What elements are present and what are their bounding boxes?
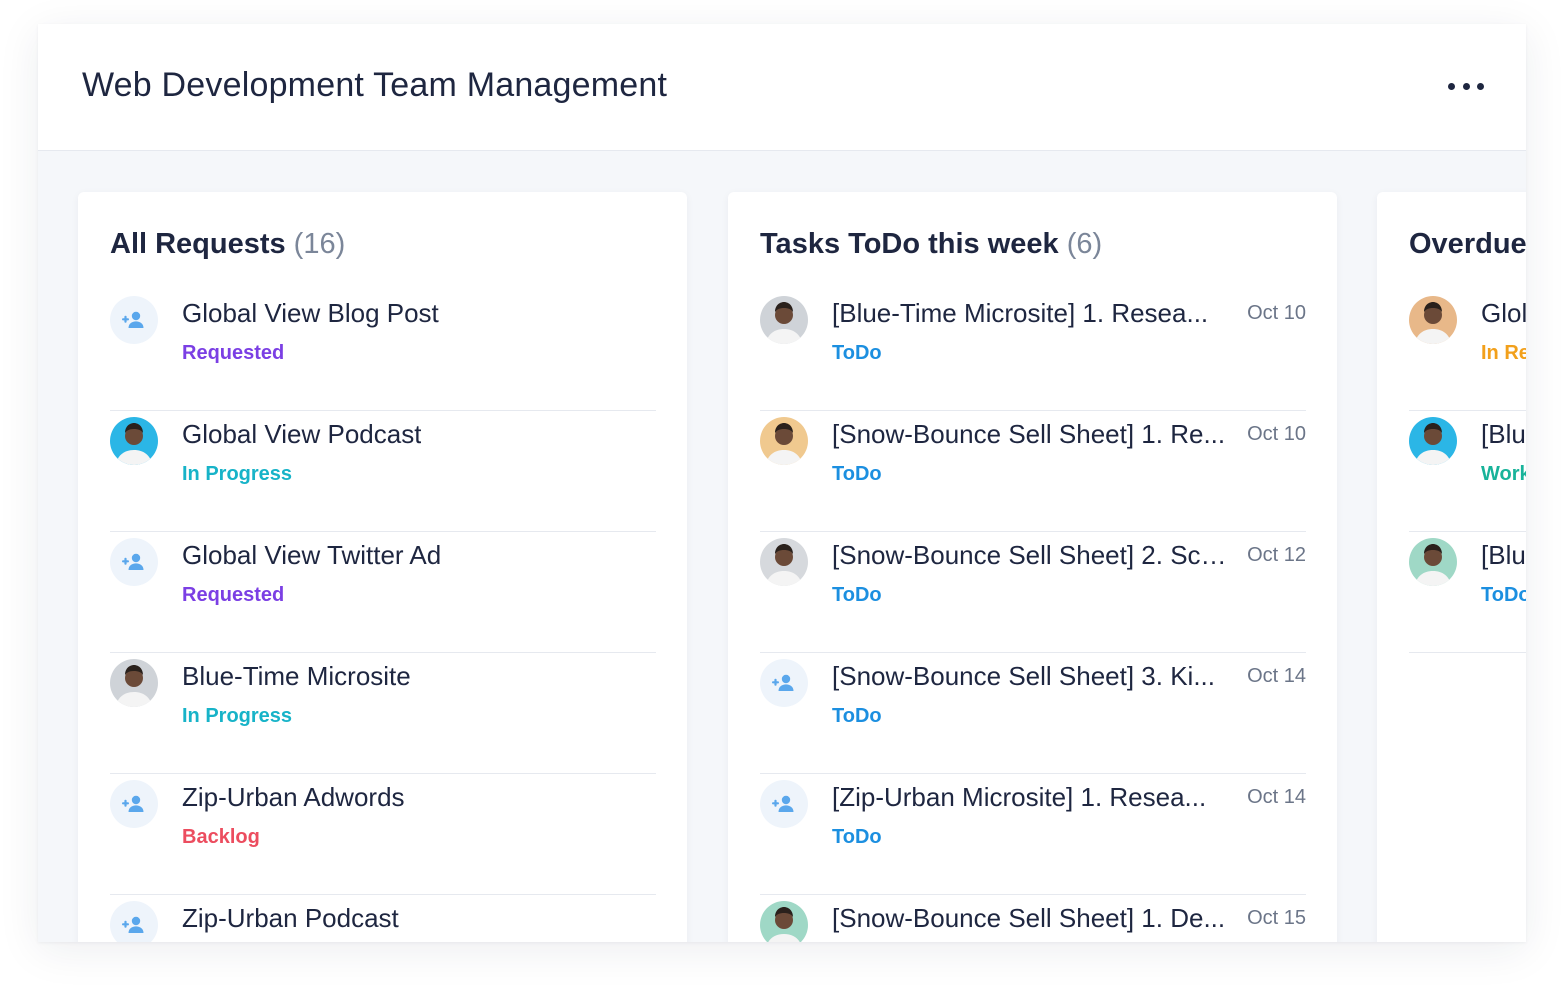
add-user-icon[interactable] [110, 538, 158, 586]
status-label: ToDo [832, 705, 882, 727]
avatar [760, 417, 808, 465]
list-item[interactable]: Zip-Urban Adwords Backlog [110, 774, 656, 895]
list-item[interactable]: Global View Twitter Ad Requested [110, 532, 656, 653]
item-title: Global View Twitter Ad [182, 540, 442, 570]
item-title: Global View Blog Post [182, 298, 439, 328]
due-date: Oct 12 [1247, 544, 1306, 566]
add-user-icon[interactable] [760, 780, 808, 828]
status-label: ToDo [832, 584, 882, 606]
task-list: Glol In Re [Blu Work [Blu ToDo [1409, 290, 1526, 653]
dot-icon [1448, 82, 1455, 90]
app-window: Web Development Team Management All Requ… [38, 24, 1526, 942]
due-date: Oct 14 [1247, 665, 1306, 687]
column-count: (6) [1066, 228, 1103, 260]
column-count: (16) [293, 228, 346, 260]
status-label: ToDo [832, 826, 882, 848]
avatar [760, 901, 808, 942]
status-label: ToDo [1481, 584, 1526, 606]
list-item[interactable]: [Snow-Bounce Sell Sheet] 2. Sco... ToDo Oc… [760, 532, 1306, 653]
item-title: [Zip-Urban Microsite] 1. Resea... [832, 782, 1207, 812]
column-header: All Requests (16) [110, 228, 345, 261]
status-label: In Progress [182, 705, 293, 727]
more-options-button[interactable] [1448, 72, 1484, 100]
list-item[interactable]: [Blu ToDo [1409, 532, 1526, 653]
avatar [110, 417, 158, 465]
item-title: [Snow-Bounce Sell Sheet] 3. Ki... [832, 661, 1215, 691]
column-title: Overdue [1409, 228, 1526, 260]
list-item[interactable]: Zip-Urban Podcast [110, 895, 656, 942]
list-item[interactable]: Global View Blog Post Requested [110, 290, 656, 411]
header: Web Development Team Management [38, 24, 1526, 151]
item-title: Zip-Urban Adwords [182, 782, 405, 812]
add-user-icon[interactable] [110, 296, 158, 344]
dot-icon [1477, 82, 1484, 90]
due-date: Oct 10 [1247, 423, 1306, 445]
item-title: Zip-Urban Podcast [182, 903, 399, 933]
due-date: Oct 14 [1247, 786, 1306, 808]
status-label: ToDo [832, 342, 882, 364]
column-header: Overdue [1409, 228, 1526, 261]
item-title: Global View Podcast [182, 419, 422, 449]
avatar [1409, 417, 1457, 465]
status-label: In Progress [182, 463, 293, 485]
item-title: Glol [1481, 298, 1526, 328]
status-label: ToDo [832, 463, 882, 485]
avatar [760, 538, 808, 586]
avatar [1409, 296, 1457, 344]
avatar [1409, 538, 1457, 586]
list-item[interactable]: [Zip-Urban Microsite] 1. Resea... ToDo Oct… [760, 774, 1306, 895]
avatar [110, 659, 158, 707]
item-title: [Snow-Bounce Sell Sheet] 1. Re... [832, 419, 1226, 449]
column-tasks-todo: Tasks ToDo this week (6) [Blue-Time Micro… [728, 192, 1337, 942]
column-title: All Requests [110, 228, 286, 260]
list-item[interactable]: Blue-Time Microsite In Progress [110, 653, 656, 774]
list-item[interactable]: Glol In Re [1409, 290, 1526, 411]
task-list: [Blue-Time Microsite] 1. Resea... ToDo Oct… [760, 290, 1306, 942]
item-title: Blue-Time Microsite [182, 661, 411, 691]
status-label: Backlog [182, 826, 260, 848]
list-item[interactable]: [Blue-Time Microsite] 1. Resea... ToDo Oct… [760, 290, 1306, 411]
page-title: Web Development Team Management [82, 66, 668, 104]
list-item[interactable]: [Snow-Bounce Sell Sheet] 1. Re... ToDo Oct… [760, 411, 1306, 532]
item-title: [Blu [1481, 540, 1526, 570]
list-item[interactable]: Global View Podcast In Progress [110, 411, 656, 532]
column-overdue: Overdue Glol In Re [Blu Work [Blu ToDo [1377, 192, 1526, 942]
list-item[interactable]: [Snow-Bounce Sell Sheet] 1. De... Oct 15 [760, 895, 1306, 942]
column-title: Tasks ToDo this week [760, 228, 1059, 260]
column-header: Tasks ToDo this week (6) [760, 228, 1102, 261]
status-label: Work [1481, 463, 1526, 485]
item-title: [Snow-Bounce Sell Sheet] 2. Sco... [832, 540, 1230, 570]
add-user-icon[interactable] [760, 659, 808, 707]
due-date: Oct 15 [1247, 907, 1306, 929]
add-user-icon[interactable] [110, 901, 158, 942]
status-label: In Re [1481, 342, 1526, 364]
item-title: [Blue-Time Microsite] 1. Resea... [832, 298, 1209, 328]
board: All Requests (16) Global View Blog Post Re… [38, 150, 1526, 942]
list-item[interactable]: [Blu Work [1409, 411, 1526, 532]
status-label: Requested [182, 584, 285, 606]
item-title: [Blu [1481, 419, 1526, 449]
avatar [760, 296, 808, 344]
task-list: Global View Blog Post Requested Global Vie… [110, 290, 656, 942]
status-label: Requested [182, 342, 285, 364]
dot-icon [1462, 82, 1470, 90]
item-title: [Snow-Bounce Sell Sheet] 1. De... [832, 903, 1226, 933]
column-all-requests: All Requests (16) Global View Blog Post Re… [78, 192, 687, 942]
due-date: Oct 10 [1247, 302, 1306, 324]
add-user-icon[interactable] [110, 780, 158, 828]
list-item[interactable]: [Snow-Bounce Sell Sheet] 3. Ki... ToDo Oct… [760, 653, 1306, 774]
